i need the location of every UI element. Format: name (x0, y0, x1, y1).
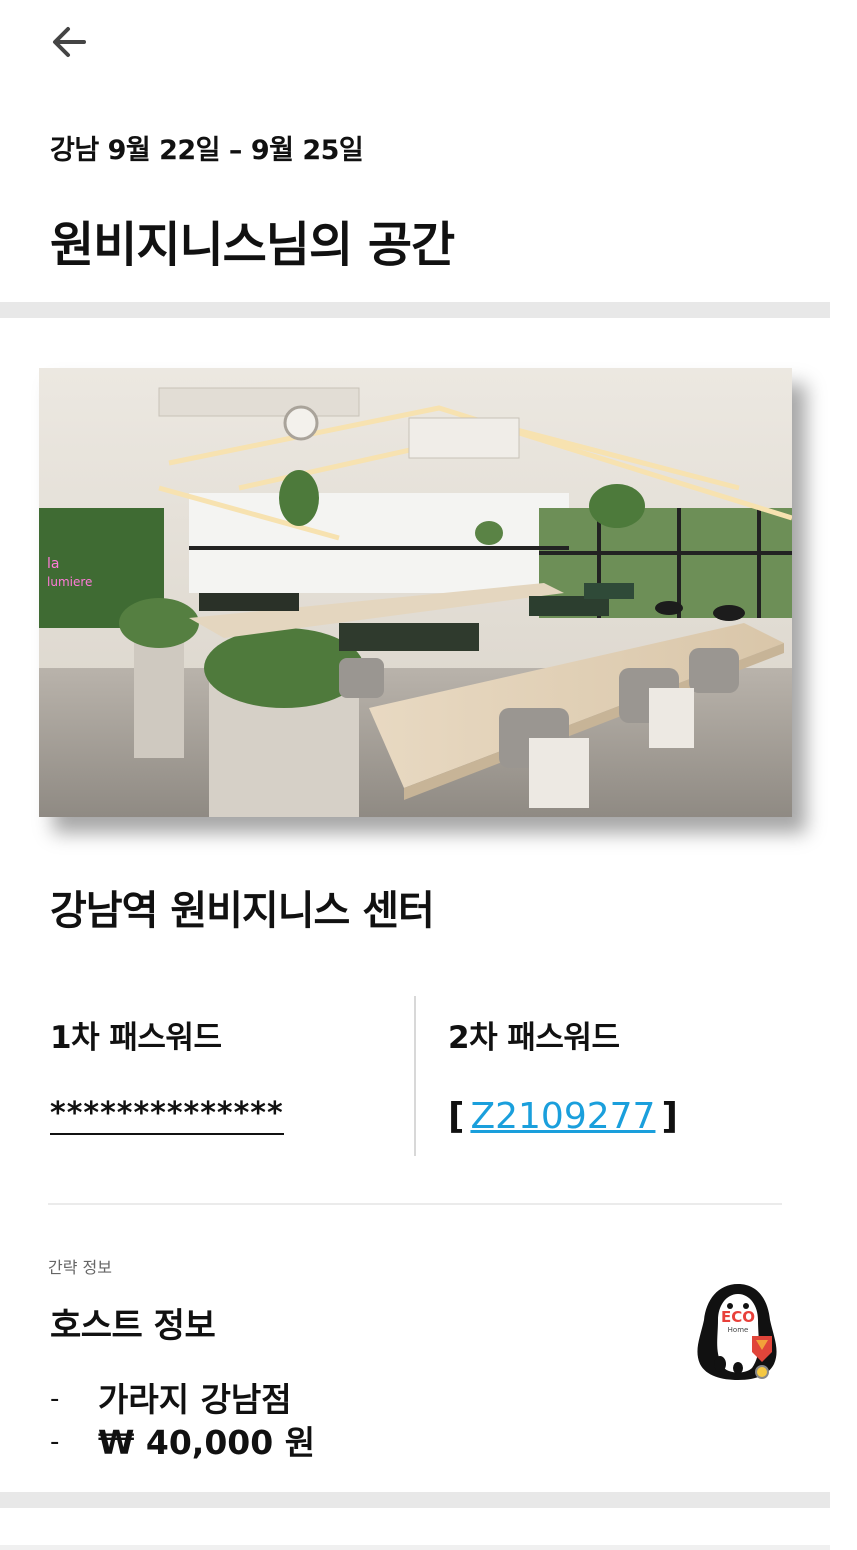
svg-text:la: la (47, 556, 59, 572)
svg-text:lumiere: lumiere (47, 575, 92, 589)
host-info-list: - 가라지 강남점 - ₩ 40,000 원 (50, 1378, 315, 1464)
first-password-label: 1차 패스워드 (50, 1020, 222, 1056)
first-password-value[interactable]: ************** (50, 1096, 284, 1135)
second-password-label: 2차 패스워드 (448, 1020, 620, 1056)
host-branch-name: 가라지 강남점 (98, 1380, 292, 1419)
host-logo[interactable]: ECO Home (690, 1276, 786, 1386)
second-password-block: 2차 패스워드 [Z2109277] (448, 996, 808, 1156)
arrow-left-icon (53, 27, 86, 57)
password-separator (414, 996, 416, 1156)
office-photo: la lumiere (39, 368, 792, 817)
list-bullet: - (50, 1384, 60, 1414)
svg-text:ECO: ECO (721, 1308, 755, 1326)
first-password-block: 1차 패스워드 ************** (50, 996, 410, 1156)
back-button[interactable] (44, 20, 92, 64)
host-info-title: 호스트 정보 (50, 1306, 216, 1346)
host-price: ₩ 40,000 원 (98, 1423, 316, 1462)
section-divider (0, 302, 830, 318)
space-photo: la lumiere (39, 368, 792, 817)
list-item: - 가라지 강남점 (50, 1378, 315, 1421)
bracket-open: [ (448, 1096, 465, 1137)
svg-text:Home: Home (728, 1326, 749, 1334)
page-title: 원비지니스님의 공간 (50, 217, 455, 273)
list-item: - ₩ 40,000 원 (50, 1421, 315, 1464)
penguin-logo-icon: ECO Home (697, 1284, 777, 1380)
bottom-edge (0, 1545, 830, 1550)
bracket-close: ] (661, 1096, 678, 1137)
list-bullet: - (50, 1427, 60, 1457)
second-password-link[interactable]: Z2109277 (464, 1096, 661, 1137)
space-name: 강남역 원비지니스 센터 (50, 888, 435, 934)
second-password-value: [Z2109277] (448, 1096, 678, 1137)
section-divider-line (48, 1203, 782, 1205)
reservation-subtitle: 강남 9월 22일 – 9월 25일 (50, 135, 364, 166)
section-divider (0, 1492, 830, 1508)
brief-info-label: 간략 정보 (48, 1258, 112, 1277)
